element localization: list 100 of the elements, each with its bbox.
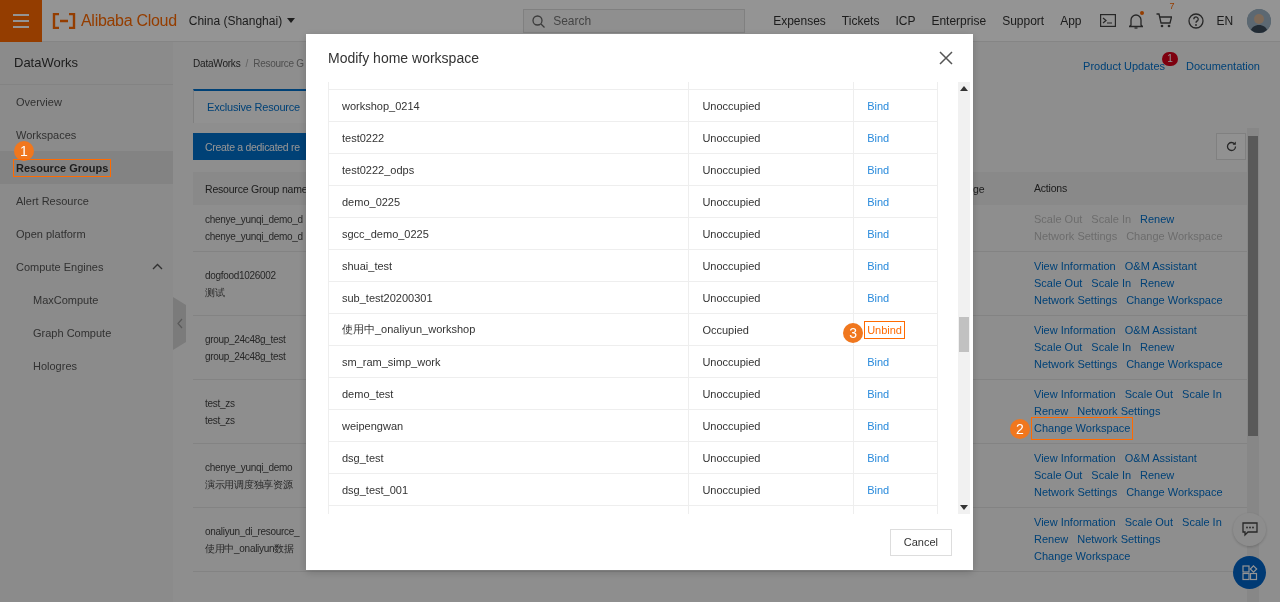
sidebar-item[interactable]: Compute Engines: [0, 250, 173, 283]
terminal-button[interactable]: [1099, 14, 1116, 27]
breadcrumb-current: Resource G: [253, 57, 304, 69]
sidebar-item[interactable]: Overview: [0, 85, 173, 118]
refresh-button[interactable]: [1216, 133, 1246, 160]
action-link[interactable]: Network Settings: [1034, 356, 1118, 373]
action-link[interactable]: Change Workspace: [1034, 422, 1131, 434]
bind-link[interactable]: Bind: [867, 131, 890, 144]
bind-link[interactable]: Bind: [867, 387, 890, 400]
header-link[interactable]: Product Updates: [1083, 60, 1165, 72]
table-cell: Unoccupied: [702, 227, 761, 240]
notifications-button[interactable]: [1128, 12, 1143, 29]
sidebar-item[interactable]: Hologres: [0, 349, 173, 382]
cart-button[interactable]: [1155, 13, 1172, 28]
region-selector[interactable]: China (Shanghai): [188, 13, 296, 28]
bind-link[interactable]: Bind: [867, 355, 890, 368]
action-link[interactable]: Renew: [1140, 211, 1175, 228]
nav-link[interactable]: Tickets: [841, 13, 880, 28]
nav-link[interactable]: Enterprise: [931, 13, 987, 28]
table-cell: test0222_odps: [342, 163, 415, 176]
action-link[interactable]: Scale Out: [1034, 467, 1083, 484]
action-link[interactable]: Scale In: [1091, 275, 1132, 292]
bind-link[interactable]: Bind: [867, 195, 890, 208]
scrollbar[interactable]: [958, 82, 970, 514]
menu-button[interactable]: [0, 0, 42, 42]
action-link[interactable]: Scale In: [1091, 339, 1132, 356]
language-menu-button[interactable]: EN: [1216, 13, 1234, 28]
avatar[interactable]: [1247, 8, 1272, 33]
action-link[interactable]: View Information: [1034, 450, 1116, 467]
table-cell: weipengwan: [342, 419, 404, 432]
table-cell: Unoccupied: [702, 195, 761, 208]
action-link[interactable]: Change Workspace: [1126, 292, 1223, 309]
bind-link[interactable]: Bind: [867, 99, 890, 112]
action-link[interactable]: View Information: [1034, 258, 1116, 275]
table-cell: dsg_test_001: [342, 483, 409, 496]
nav-link[interactable]: Support: [1002, 13, 1045, 28]
table-cell-text: group_24c48g_test: [205, 332, 286, 347]
action-link[interactable]: Scale Out: [1034, 275, 1083, 292]
terminal-icon: [1099, 14, 1116, 27]
action-link[interactable]: Change Workspace: [1126, 356, 1223, 373]
bind-link[interactable]: Bind: [867, 291, 890, 304]
unbind-link[interactable]: Unbind: [867, 323, 902, 336]
table-cell-text: group_24c48g_test: [205, 349, 286, 364]
step-number: 3: [843, 322, 864, 343]
caret-icon: [287, 18, 296, 23]
action-link[interactable]: Scale Out: [1034, 339, 1083, 356]
action-link[interactable]: Scale Out: [1124, 386, 1174, 403]
action-link[interactable]: Scale In: [1091, 467, 1132, 484]
sidebar-item[interactable]: Open platform: [0, 217, 173, 250]
action-link[interactable]: Network Settings: [1034, 292, 1118, 309]
action-link[interactable]: Scale In: [1182, 514, 1222, 531]
action-link[interactable]: Change Workspace: [1126, 484, 1223, 501]
chat-button[interactable]: [1233, 513, 1266, 546]
sidebar-item[interactable]: MaxCompute: [0, 283, 173, 316]
action-link[interactable]: View Information: [1034, 514, 1116, 531]
bind-link[interactable]: Bind: [867, 483, 890, 496]
bind-link[interactable]: Bind: [867, 227, 890, 240]
action-link[interactable]: Renew: [1140, 467, 1175, 484]
nav-link[interactable]: Expenses: [773, 13, 826, 28]
bind-link[interactable]: Bind: [867, 163, 890, 176]
action-link[interactable]: Network Settings: [1034, 484, 1118, 501]
action-link[interactable]: Network Settings: [1077, 403, 1161, 420]
action-link[interactable]: View Information: [1034, 386, 1116, 403]
nav-link[interactable]: App: [1060, 13, 1082, 28]
action-link[interactable]: Renew: [1140, 275, 1175, 292]
bind-link[interactable]: Bind: [867, 419, 890, 432]
action-link[interactable]: Scale Out: [1124, 514, 1174, 531]
count-badge: 1: [1162, 52, 1178, 66]
action-link[interactable]: Renew: [1140, 339, 1175, 356]
table-cell: Unoccupied: [702, 387, 761, 400]
bind-link[interactable]: Bind: [867, 259, 890, 272]
table-cell: dsg_test: [342, 451, 384, 464]
search-field[interactable]: Search: [523, 8, 746, 33]
action-link[interactable]: O&M Assistant: [1124, 322, 1197, 339]
bind-link[interactable]: Bind: [867, 451, 890, 464]
logo-icon: [52, 12, 76, 29]
cancel-button[interactable]: Cancel: [889, 528, 952, 556]
table-cell-text: chenye_yunqi_demo_d: [205, 230, 303, 244]
sidebar-item[interactable]: Graph Compute: [0, 316, 173, 349]
scrollbar-thumb[interactable]: [1248, 136, 1258, 436]
search-icon: [532, 14, 546, 28]
breadcrumb-link[interactable]: DataWorks: [193, 57, 241, 69]
menu-icon: [13, 13, 29, 28]
action-link[interactable]: O&M Assistant: [1124, 258, 1197, 275]
scrollbar-thumb[interactable]: [959, 317, 969, 352]
action-link[interactable]: Scale In: [1182, 386, 1222, 403]
nav-link[interactable]: ICP: [895, 13, 916, 28]
action-link[interactable]: Change Workspace: [1034, 548, 1131, 565]
bell-icon: [1128, 12, 1143, 29]
action-link[interactable]: Renew: [1034, 403, 1069, 420]
header-link[interactable]: Documentation: [1186, 60, 1260, 72]
sidebar-item[interactable]: Alert Resource: [0, 184, 173, 217]
action-link[interactable]: View Information: [1034, 322, 1116, 339]
close-button[interactable]: [939, 51, 953, 65]
action-link[interactable]: O&M Assistant: [1124, 450, 1197, 467]
apps-button[interactable]: [1233, 556, 1266, 589]
table-cell: Unoccupied: [702, 163, 761, 176]
action-link[interactable]: Network Settings: [1077, 531, 1161, 548]
help-button[interactable]: [1187, 12, 1204, 29]
action-link[interactable]: Renew: [1034, 531, 1069, 548]
